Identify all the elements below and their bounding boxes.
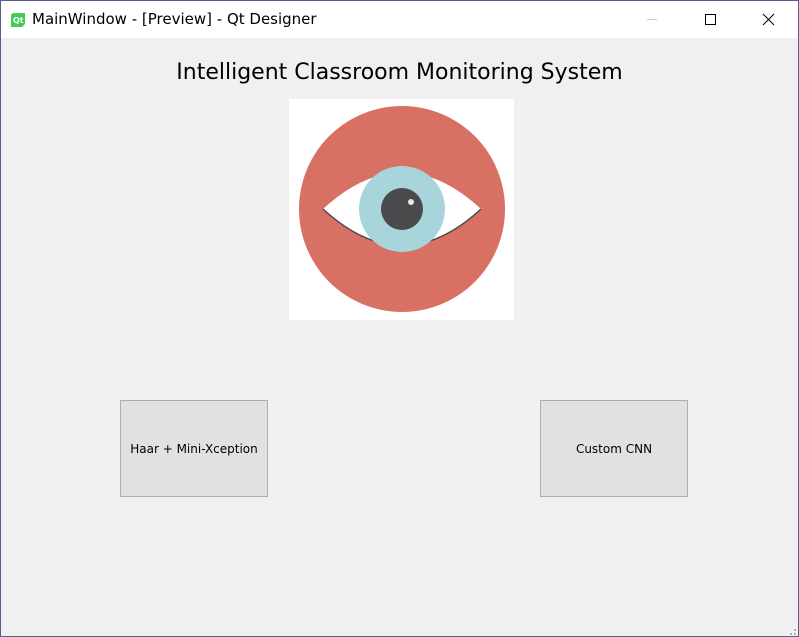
main-window: Qt MainWindow - [Preview] - Qt Designer	[0, 0, 799, 637]
maximize-button[interactable]	[681, 1, 739, 38]
page-title: Intelligent Classroom Monitoring System	[176, 60, 623, 85]
minimize-button[interactable]	[623, 1, 681, 38]
title-bar[interactable]: Qt MainWindow - [Preview] - Qt Designer	[1, 1, 798, 38]
close-button[interactable]	[739, 1, 797, 38]
svg-text:Qt: Qt	[13, 16, 24, 25]
resize-grip-icon[interactable]	[786, 624, 796, 635]
window-title: MainWindow - [Preview] - Qt Designer	[32, 10, 317, 28]
logo-image	[289, 99, 514, 320]
haar-mini-xception-button[interactable]: Haar + Mini-Xception	[120, 400, 268, 497]
custom-cnn-button[interactable]: Custom CNN	[540, 400, 688, 497]
qt-designer-icon: Qt	[10, 12, 26, 28]
